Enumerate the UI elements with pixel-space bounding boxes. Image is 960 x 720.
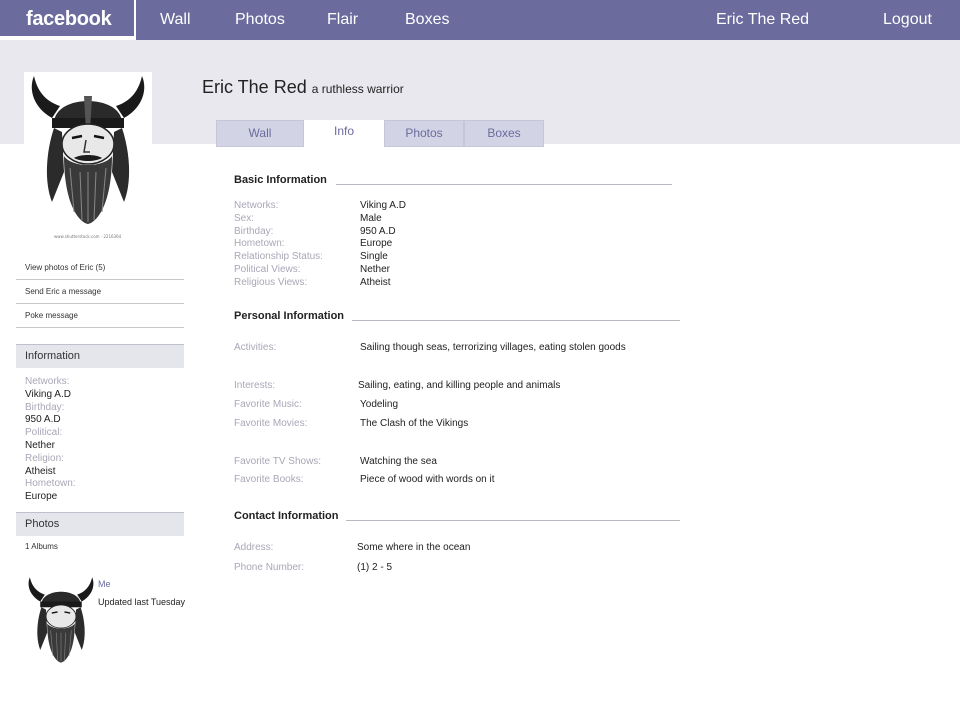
row-value: Sailing though seas, terrorizing village… (360, 342, 626, 353)
basic-info-table: Networks: Viking A.D Sex: Male Birthday: 95… (234, 200, 654, 290)
row-value: Some where in the ocean (357, 542, 471, 553)
row-label: Hometown: (234, 238, 285, 250)
row-label: Networks: (234, 200, 279, 211)
viking-portrait-image: www.shutterstock.com · 2216364 (31, 76, 145, 239)
row-label: Favorite Music: (234, 399, 302, 410)
row-label: Political Views: (234, 263, 301, 275)
table-row: Birthday: 950 A.D (234, 226, 654, 239)
basic-info-title: Basic Information (234, 174, 327, 186)
row-value: Atheist (360, 276, 391, 288)
sidebar-information-list: Networks: Viking A.D Birthday: 950 A.D P… (25, 376, 185, 504)
section-divider (346, 520, 680, 521)
row-label: Interests: (234, 380, 276, 391)
information-header: Information (16, 344, 184, 368)
tab-photos[interactable]: Photos (384, 120, 464, 147)
row-value: (1) 2 - 5 (357, 562, 393, 573)
svg-text:www.shutterstock.com · 2216364: www.shutterstock.com · 2216364 (54, 234, 122, 239)
row-value: Viking A.D (360, 200, 406, 211)
row-value: Piece of wood with words on it (360, 474, 495, 485)
row-value: Sailing, eating, and killing people and … (358, 380, 561, 391)
info-label: Networks: (25, 376, 70, 387)
tab-info[interactable]: Info (304, 120, 384, 147)
row-label: Religious Views: (234, 276, 308, 288)
row-label: Favorite Books: (234, 474, 304, 485)
info-label: Hometown: (25, 478, 76, 490)
nav-boxes[interactable]: Boxes (405, 0, 449, 40)
nav-photos[interactable]: Photos (235, 0, 285, 40)
profile-name: Eric The Red (202, 77, 307, 97)
nav-logout[interactable]: Logout (883, 0, 932, 40)
viking-thumbnail-image (28, 577, 94, 663)
table-row: Religious Views: Atheist (234, 277, 654, 290)
table-row: Sex: Male (234, 213, 654, 226)
info-label: Birthday: (25, 401, 65, 413)
top-nav-bar: facebook Wall Photos Flair Boxes Eric Th… (0, 0, 960, 40)
section-divider (352, 320, 680, 321)
row-label: Favorite TV Shows: (234, 456, 322, 467)
send-message-link[interactable]: Send Eric a message (16, 280, 184, 304)
personal-info-title: Personal Information (234, 310, 345, 322)
album-thumbnail[interactable] (24, 575, 98, 673)
photos-header: Photos (16, 512, 184, 536)
album-title[interactable]: Me (98, 579, 111, 589)
info-value: Nether (25, 439, 56, 451)
albums-link[interactable]: 1 Albums (25, 542, 58, 551)
profile-picture[interactable]: www.shutterstock.com · 2216364 (24, 72, 152, 242)
row-label: Birthday: (234, 225, 274, 237)
info-value: Viking A.D (25, 388, 71, 400)
row-value: Watching the sea (360, 456, 437, 467)
profile-name-heading: Eric The Red a ruthless warrior (202, 77, 404, 98)
row-label: Sex: (234, 212, 255, 224)
row-value: Europe (360, 238, 393, 250)
view-photos-link[interactable]: View photos of Eric (5) (16, 256, 184, 280)
table-row: Political Views: Nether (234, 264, 654, 277)
logo-frame: facebook (0, 0, 136, 40)
profile-tagline: a ruthless warrior (311, 82, 404, 96)
info-value: 950 A.D (25, 414, 61, 426)
row-value: Male (360, 212, 382, 224)
info-value: Atheist (25, 465, 56, 477)
contact-info-title: Contact Information (234, 510, 339, 522)
row-value: Nether (360, 263, 391, 275)
table-row: Hometown: Europe (234, 238, 654, 251)
info-label: Religion: (25, 452, 64, 464)
row-label: Favorite Movies: (234, 418, 308, 429)
row-value: Yodeling (360, 399, 399, 410)
info-label: Political: (25, 427, 63, 439)
table-row: Relationship Status: Single (234, 251, 654, 264)
row-label: Activities: (234, 342, 277, 353)
row-value: 950 A.D (360, 225, 396, 237)
section-divider (336, 184, 672, 185)
tab-wall[interactable]: Wall (216, 120, 304, 147)
row-label: Relationship Status: (234, 251, 323, 263)
row-value: Single (360, 251, 388, 263)
poke-message-link[interactable]: Poke message (16, 304, 184, 328)
table-row: Networks: Viking A.D (234, 200, 654, 213)
facebook-logo[interactable]: facebook (0, 0, 134, 36)
nav-user-name[interactable]: Eric The Red (716, 0, 809, 40)
row-label: Phone Number: (234, 562, 305, 573)
info-value: Europe (25, 491, 58, 503)
nav-flair[interactable]: Flair (327, 0, 358, 40)
row-label: Address: (234, 542, 274, 553)
row-value: The Clash of the Vikings (360, 418, 469, 429)
album-updated: Updated last Tuesday (98, 597, 186, 607)
tab-boxes[interactable]: Boxes (464, 120, 544, 147)
nav-wall[interactable]: Wall (160, 0, 191, 40)
